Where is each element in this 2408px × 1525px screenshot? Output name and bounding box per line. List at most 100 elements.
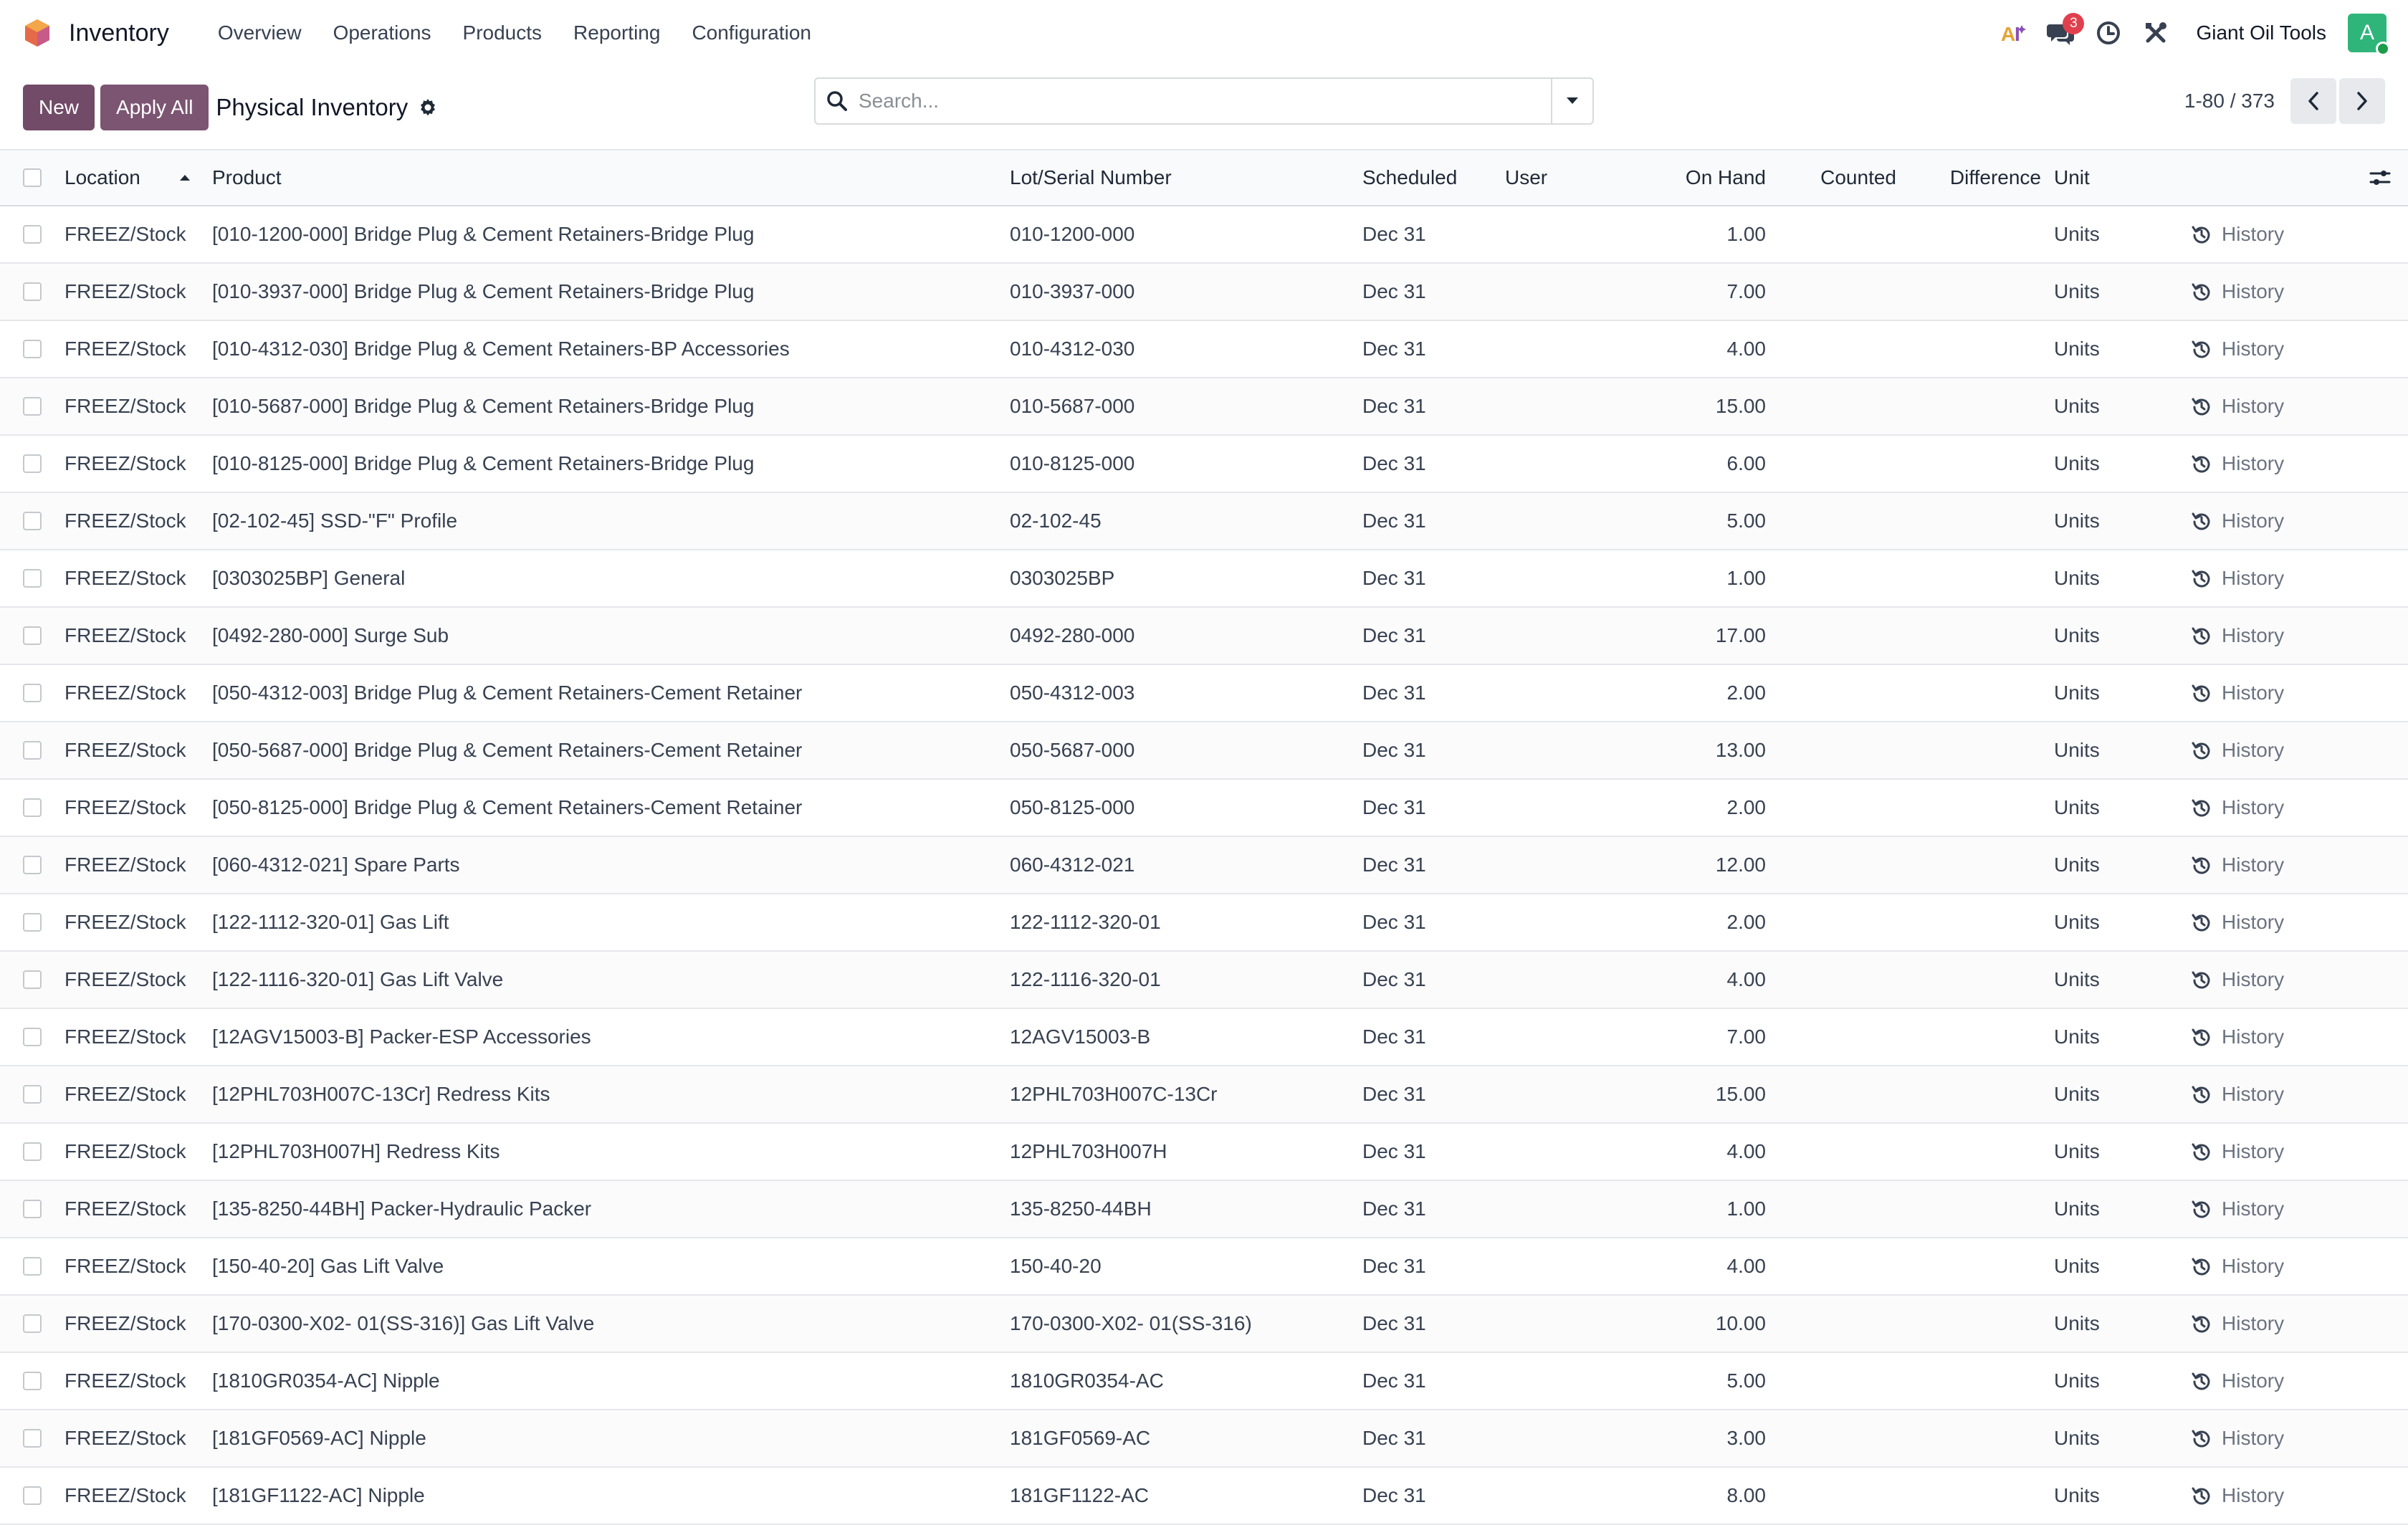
cell-counted[interactable] [1792, 837, 1896, 893]
cell-counted[interactable] [1792, 1124, 1896, 1180]
history-button[interactable]: History [2192, 550, 2284, 606]
table-row[interactable]: FREEZ/Stock [050-5687-000] Bridge Plug & … [0, 722, 2408, 780]
pager-value[interactable]: 1-80 / 373 [2184, 90, 2275, 113]
history-button[interactable]: History [2192, 894, 2284, 950]
row-checkbox[interactable] [23, 1085, 42, 1104]
search-options-toggle[interactable] [1551, 79, 1592, 123]
table-row[interactable]: FREEZ/Stock [181GF1122-AC] Nipple 181GF112… [0, 1468, 2408, 1525]
history-button[interactable]: History [2192, 1238, 2284, 1294]
row-checkbox[interactable] [23, 569, 42, 588]
column-header-unit[interactable]: Unit [2054, 150, 2090, 205]
select-all-checkbox[interactable] [23, 168, 42, 187]
row-checkbox[interactable] [23, 1372, 42, 1390]
column-header-lot[interactable]: Lot/Serial Number [1010, 150, 1172, 205]
history-button[interactable]: History [2192, 780, 2284, 836]
table-row[interactable]: FREEZ/Stock [050-8125-000] Bridge Plug & … [0, 780, 2408, 837]
table-row[interactable]: FREEZ/Stock [12AGV15003-B] Packer-ESP Acc… [0, 1009, 2408, 1066]
column-header-scheduled[interactable]: Scheduled [1362, 150, 1457, 205]
history-button[interactable]: History [2192, 436, 2284, 492]
menu-products[interactable]: Products [447, 0, 558, 66]
table-row[interactable]: FREEZ/Stock [02-102-45] SSD-"F" Profile 02… [0, 493, 2408, 550]
history-button[interactable]: History [2192, 952, 2284, 1008]
row-checkbox[interactable] [23, 1200, 42, 1218]
cell-counted[interactable] [1792, 436, 1896, 492]
app-name[interactable]: Inventory [69, 19, 169, 47]
cell-counted[interactable] [1792, 1238, 1896, 1294]
cell-counted[interactable] [1792, 264, 1896, 320]
menu-configuration[interactable]: Configuration [676, 0, 827, 66]
table-row[interactable]: FREEZ/Stock [170-0300-X02- 01(SS-316)] Ga… [0, 1296, 2408, 1353]
table-row[interactable]: FREEZ/Stock [0492-280-000] Surge Sub 0492-… [0, 608, 2408, 665]
pager-previous-button[interactable] [2290, 78, 2336, 124]
table-row[interactable]: FREEZ/Stock [050-4312-003] Bridge Plug & … [0, 665, 2408, 722]
history-button[interactable]: History [2192, 321, 2284, 377]
cell-counted[interactable] [1792, 1066, 1896, 1122]
table-row[interactable]: FREEZ/Stock [0303025BP] General 0303025BP D… [0, 550, 2408, 608]
table-row[interactable]: FREEZ/Stock [010-1200-000] Bridge Plug & … [0, 206, 2408, 264]
table-row[interactable]: FREEZ/Stock [12PHL703H007C-13Cr] Redress … [0, 1066, 2408, 1124]
cell-counted[interactable] [1792, 1181, 1896, 1237]
row-checkbox[interactable] [23, 856, 42, 874]
history-button[interactable]: History [2192, 1124, 2284, 1180]
row-checkbox[interactable] [23, 454, 42, 473]
optional-columns-icon[interactable] [2369, 150, 2391, 205]
cell-counted[interactable] [1792, 1296, 1896, 1352]
cell-counted[interactable] [1792, 206, 1896, 262]
new-button[interactable]: New [23, 85, 95, 130]
table-row[interactable]: FREEZ/Stock [122-1112-320-01] Gas Lift 122… [0, 894, 2408, 952]
history-button[interactable]: History [2192, 1296, 2284, 1352]
history-button[interactable]: History [2192, 264, 2284, 320]
menu-reporting[interactable]: Reporting [558, 0, 676, 66]
history-button[interactable]: History [2192, 206, 2284, 262]
column-header-location[interactable]: Location [64, 150, 140, 205]
column-header-on-hand[interactable]: On Hand [1634, 150, 1766, 205]
history-button[interactable]: History [2192, 1181, 2284, 1237]
cell-counted[interactable] [1792, 665, 1896, 721]
cell-counted[interactable] [1792, 780, 1896, 836]
history-button[interactable]: History [2192, 1066, 2284, 1122]
row-checkbox[interactable] [23, 1314, 42, 1333]
cell-counted[interactable] [1792, 722, 1896, 778]
column-header-counted[interactable]: Counted [1792, 150, 1896, 205]
cell-counted[interactable] [1792, 952, 1896, 1008]
menu-overview[interactable]: Overview [202, 0, 317, 66]
table-row[interactable]: FREEZ/Stock [12PHL703H007H] Redress Kits 1… [0, 1124, 2408, 1181]
cell-counted[interactable] [1792, 1009, 1896, 1065]
row-checkbox[interactable] [23, 913, 42, 932]
history-button[interactable]: History [2192, 1410, 2284, 1466]
history-button[interactable]: History [2192, 608, 2284, 664]
history-button[interactable]: History [2192, 1353, 2284, 1409]
row-checkbox[interactable] [23, 741, 42, 760]
user-avatar[interactable]: A [2348, 14, 2390, 56]
row-checkbox[interactable] [23, 798, 42, 817]
apply-all-button[interactable]: Apply All [100, 85, 209, 130]
table-row[interactable]: FREEZ/Stock [135-8250-44BH] Packer-Hydrau… [0, 1181, 2408, 1238]
messages-icon[interactable]: 3 [2040, 11, 2085, 54]
cell-counted[interactable] [1792, 608, 1896, 664]
company-switcher[interactable]: Giant Oil Tools [2196, 21, 2326, 44]
row-checkbox[interactable] [23, 1486, 42, 1505]
row-checkbox[interactable] [23, 626, 42, 645]
row-checkbox[interactable] [23, 1429, 42, 1448]
row-checkbox[interactable] [23, 397, 42, 416]
cell-counted[interactable] [1792, 1410, 1896, 1466]
gear-icon[interactable] [418, 97, 438, 118]
table-row[interactable]: FREEZ/Stock [010-3937-000] Bridge Plug & … [0, 264, 2408, 321]
inventory-app-logo[interactable] [22, 17, 53, 49]
table-row[interactable]: FREEZ/Stock [181GF0569-AC] Nipple 181GF056… [0, 1410, 2408, 1468]
table-row[interactable]: FREEZ/Stock [010-4312-030] Bridge Plug & … [0, 321, 2408, 378]
history-button[interactable]: History [2192, 837, 2284, 893]
row-checkbox[interactable] [23, 340, 42, 358]
row-checkbox[interactable] [23, 684, 42, 702]
column-header-product[interactable]: Product [212, 150, 282, 205]
row-checkbox[interactable] [23, 512, 42, 530]
row-checkbox[interactable] [23, 970, 42, 989]
table-row[interactable]: FREEZ/Stock [010-5687-000] Bridge Plug & … [0, 378, 2408, 436]
table-row[interactable]: FREEZ/Stock [010-8125-000] Bridge Plug & … [0, 436, 2408, 493]
menu-operations[interactable]: Operations [317, 0, 447, 66]
history-button[interactable]: History [2192, 493, 2284, 549]
history-button[interactable]: History [2192, 378, 2284, 434]
row-checkbox[interactable] [23, 282, 42, 301]
cell-counted[interactable] [1792, 1353, 1896, 1409]
cell-counted[interactable] [1792, 550, 1896, 606]
